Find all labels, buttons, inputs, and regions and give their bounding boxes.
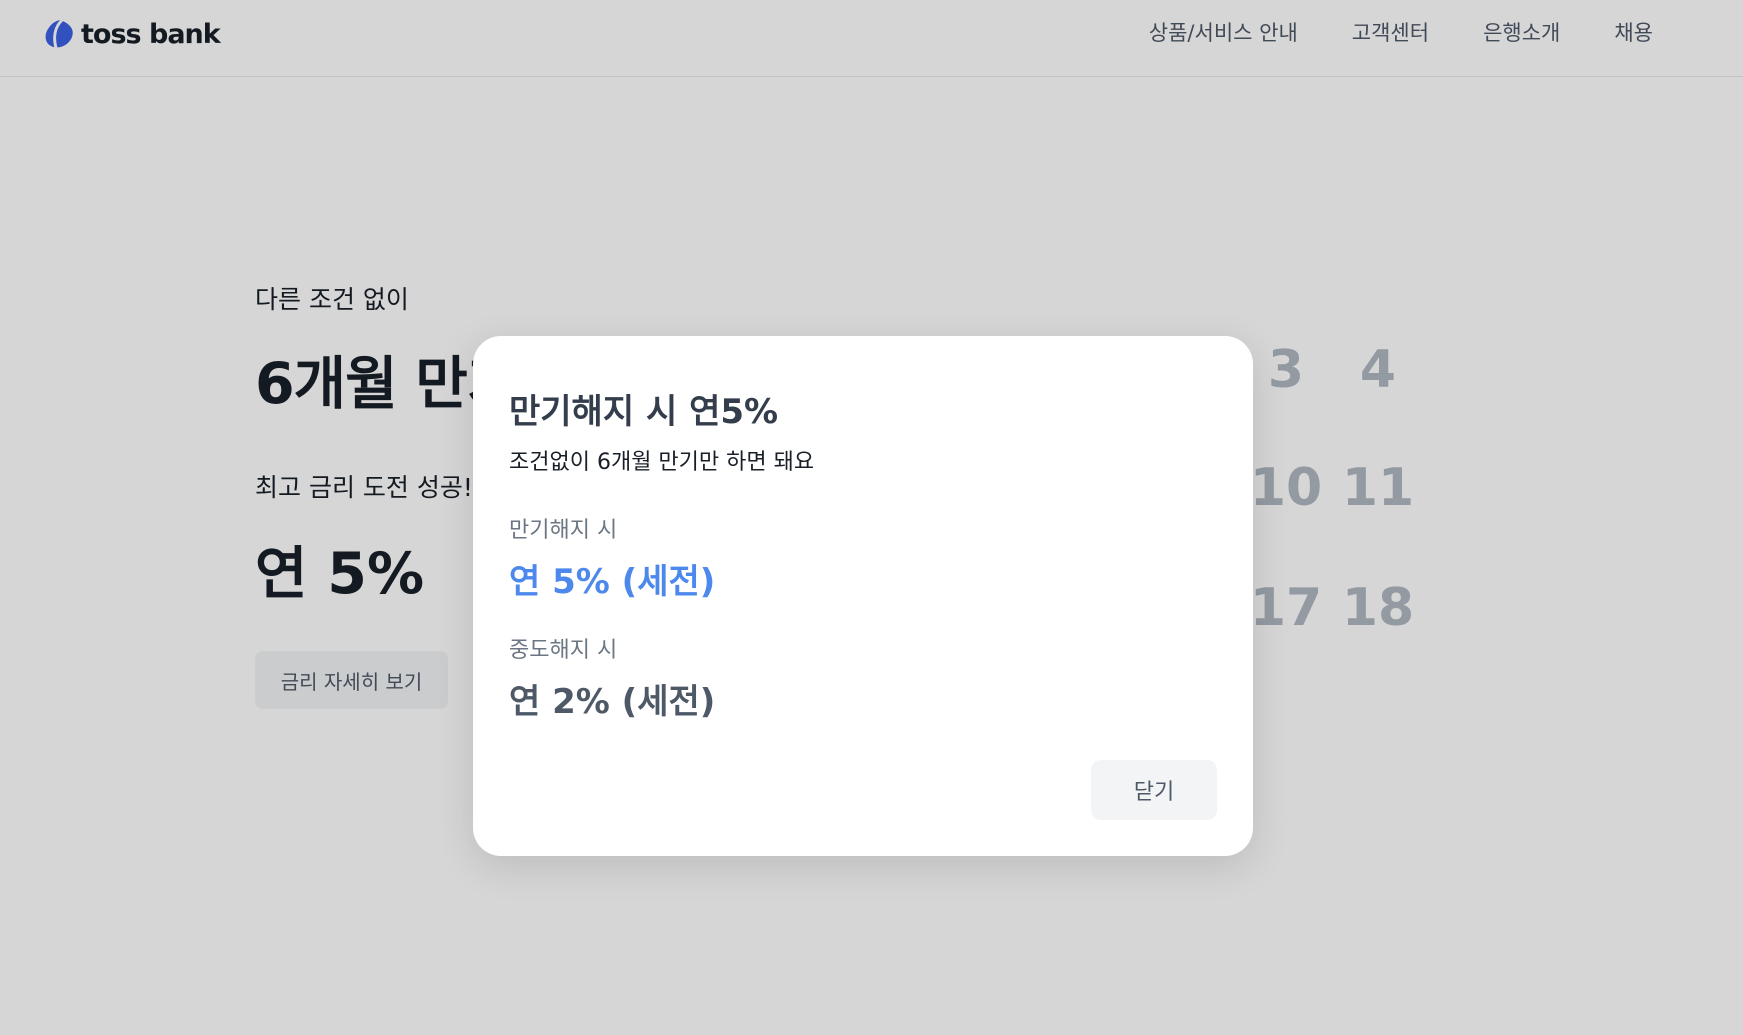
rate-info-modal: 만기해지 시 연5% 조건없이 6개월 만기만 하면 돼요 만기해지 시 연 5… — [473, 336, 1253, 856]
modal-title: 만기해지 시 연5% — [509, 392, 779, 432]
early-termination-rate-value: 연 2% (세전) — [509, 682, 716, 722]
early-termination-label: 중도해지 시 — [509, 638, 618, 663]
close-button[interactable]: 닫기 — [1091, 760, 1217, 820]
modal-description: 조건없이 6개월 만기만 하면 돼요 — [509, 450, 815, 475]
maturity-rate-value: 연 5% (세전) — [509, 562, 716, 602]
maturity-label: 만기해지 시 — [509, 518, 618, 543]
